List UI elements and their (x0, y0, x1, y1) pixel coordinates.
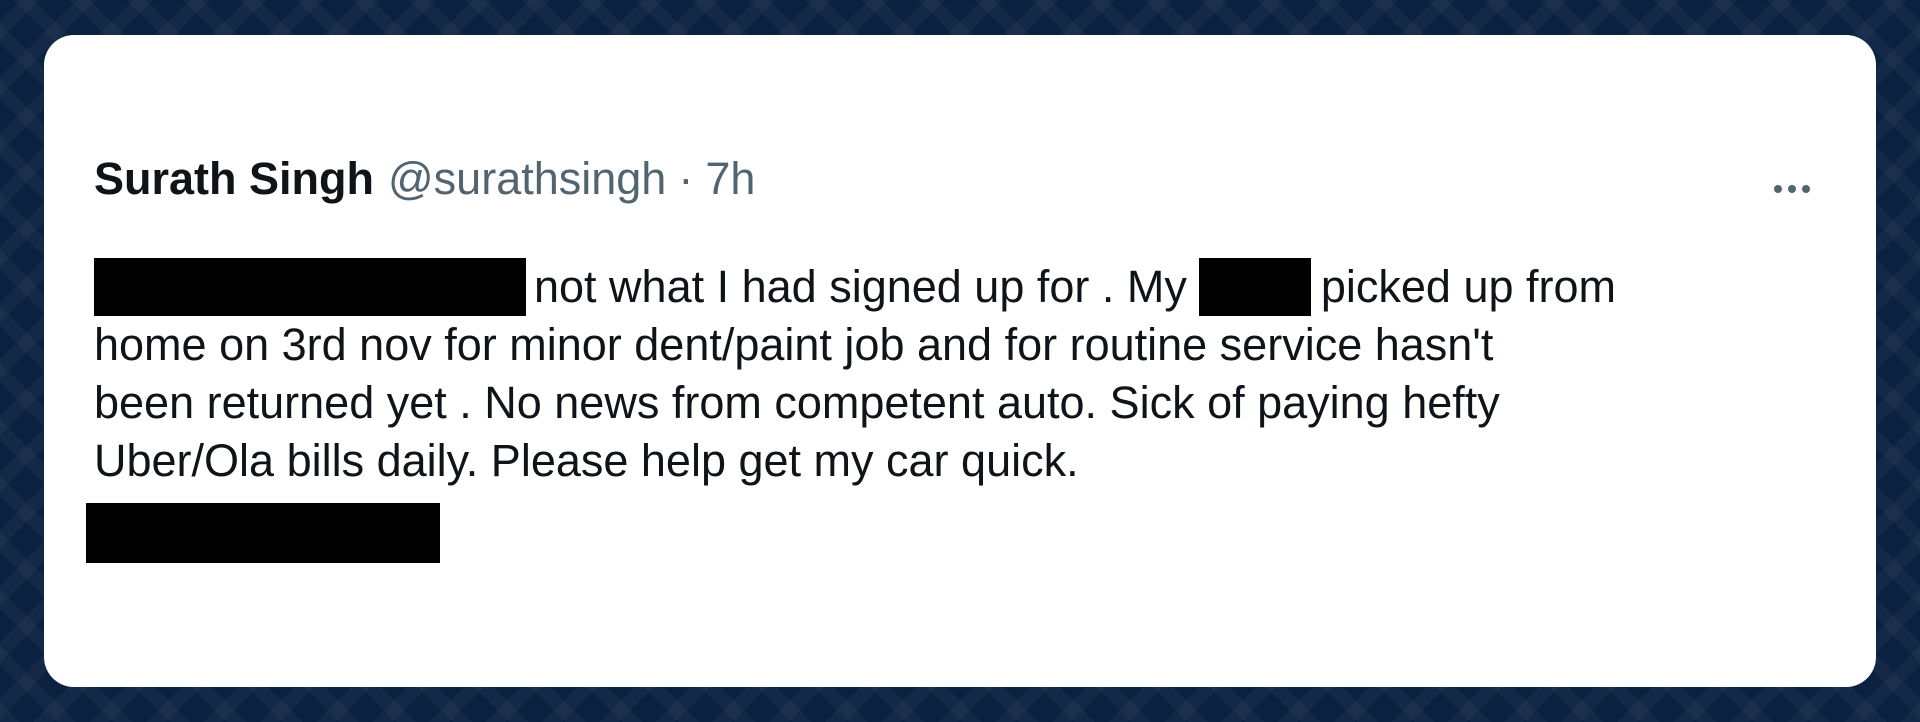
more-options-icon[interactable] (1762, 169, 1822, 209)
tweet-line-4: Uber/Ola bills daily. Please help get my… (94, 435, 1079, 486)
redaction-block (94, 258, 526, 316)
tweet-text: not what I had signed up for . My picked… (94, 258, 1814, 490)
tweet-line-2: home on 3rd nov for minor dent/paint job… (94, 319, 1494, 370)
author-name[interactable]: Surath Singh (94, 151, 374, 207)
more-dot (1788, 185, 1796, 193)
tweet-timestamp[interactable]: 7h (705, 151, 755, 207)
tweet-text-segment: picked up from (1320, 261, 1617, 312)
tweet-text-segment: not what I had signed up for . My (534, 261, 1187, 312)
tweet-line-1: not what I had signed up for . My picked… (94, 258, 1814, 316)
more-dot (1774, 185, 1782, 193)
redaction-block (86, 503, 440, 563)
header-separator: · (678, 153, 694, 204)
author-handle[interactable]: @surathsingh (388, 151, 666, 207)
tweet-card[interactable]: Surath Singh @surathsingh · 7h not what … (44, 35, 1876, 687)
tweet-header: Surath Singh @surathsingh · 7h (94, 151, 755, 207)
tweet-line-3: been returned yet . No news from compete… (94, 377, 1500, 428)
more-dot (1802, 185, 1810, 193)
redaction-block (1198, 258, 1311, 316)
